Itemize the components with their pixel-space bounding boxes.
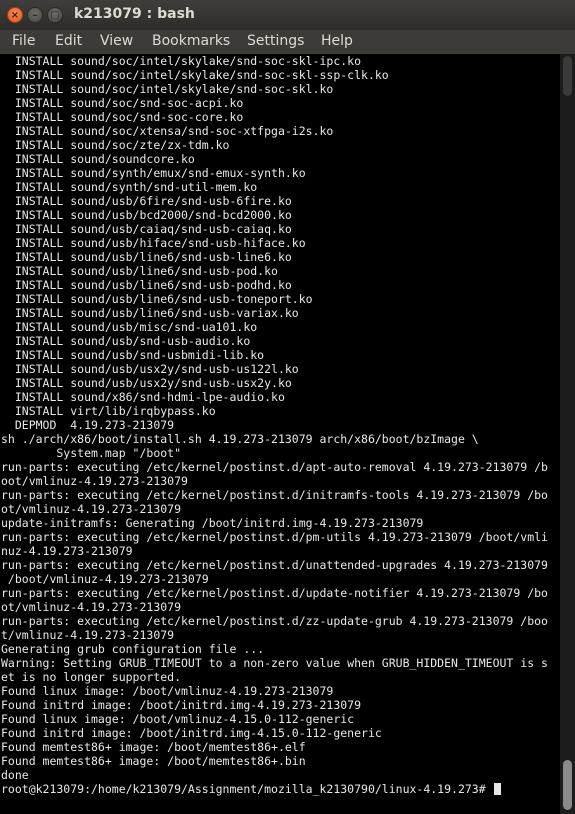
terminal-line: sh ./arch/x86/boot/install.sh 4.19.273-2…: [1, 432, 479, 446]
terminal-line: INSTALL sound/synth/snd-util-mem.ko: [1, 180, 258, 194]
terminal-line: INSTALL sound/soc/intel/skylake/snd-soc-…: [1, 82, 334, 96]
close-icon: ×: [10, 10, 20, 21]
terminal-line: INSTALL sound/soc/zte/zx-tdm.ko: [1, 138, 230, 152]
prompt-line[interactable]: root@k213079:/home/k213079/Assignment/mo…: [1, 782, 548, 796]
terminal-line: INSTALL sound/usb/line6/snd-usb-toneport…: [1, 292, 313, 306]
terminal-line: nuz-4.19.273-213079: [1, 544, 133, 558]
menu-bookmarks[interactable]: Bookmarks: [152, 33, 230, 49]
terminal-lines: INSTALL sound/soc/intel/skylake/snd-soc-…: [1, 54, 548, 796]
menu-view[interactable]: View: [100, 33, 133, 49]
terminal-line: Found memtest86+ image: /boot/memtest86+…: [1, 754, 306, 768]
terminal-line: INSTALL virt/lib/irqbypass.ko: [1, 404, 216, 418]
terminal-line: INSTALL sound/soc/snd-soc-acpi.ko: [1, 96, 244, 110]
terminal-line: INSTALL sound/soundcore.ko: [1, 152, 195, 166]
terminal-line: ot/vmlinuz-4.19.273-213079: [1, 502, 182, 516]
terminal-line: Found initrd image: /boot/initrd.img-4.1…: [1, 698, 362, 712]
shell-prompt: root@k213079:/home/k213079/Assignment/mo…: [1, 782, 493, 796]
terminal-line: INSTALL sound/soc/xtensa/snd-soc-xtfpga-…: [1, 124, 334, 138]
terminal-line: INSTALL sound/soc/intel/skylake/snd-soc-…: [1, 68, 389, 82]
terminal-line: et is no longer supported.: [1, 670, 182, 684]
terminal-line: oot/vmlinuz-4.19.273-213079: [1, 474, 188, 488]
terminal-line: INSTALL sound/usb/caiaq/snd-usb-caiaq.ko: [1, 222, 292, 236]
terminal-line: Found memtest86+ image: /boot/memtest86+…: [1, 740, 306, 754]
terminal-line: Found linux image: /boot/vmlinuz-4.15.0-…: [1, 712, 355, 726]
terminal-line: /boot/vmlinuz-4.19.273-213079: [1, 572, 209, 586]
terminal-line: INSTALL sound/synth/emux/snd-emux-synth.…: [1, 166, 306, 180]
terminal-line: done: [1, 768, 29, 782]
terminal-line: INSTALL sound/usb/line6/snd-usb-line6.ko: [1, 250, 292, 264]
terminal-line: INSTALL sound/soc/snd-soc-core.ko: [1, 110, 244, 124]
terminal-line: INSTALL sound/usb/hiface/snd-usb-hiface.…: [1, 236, 306, 250]
terminal-line: run-parts: executing /etc/kernel/postins…: [1, 558, 548, 572]
terminal-line: INSTALL sound/usb/6fire/snd-usb-6fire.ko: [1, 194, 292, 208]
maximize-icon: □: [50, 10, 60, 21]
terminal-line: run-parts: executing /etc/kernel/postins…: [1, 460, 548, 474]
menu-help[interactable]: Help: [321, 33, 353, 49]
scrollbar-trough: [563, 56, 572, 96]
maximize-window-button[interactable]: □: [47, 7, 63, 23]
menu-file[interactable]: File: [12, 33, 35, 49]
terminal-line: INSTALL sound/usb/line6/snd-usb-podhd.ko: [1, 278, 292, 292]
terminal-output[interactable]: INSTALL sound/soc/intel/skylake/snd-soc-…: [0, 54, 560, 814]
terminal-line: run-parts: executing /etc/kernel/postins…: [1, 586, 548, 600]
menu-bar: File Edit View Bookmarks Settings Help: [0, 30, 575, 54]
minimize-window-button[interactable]: –: [27, 7, 43, 23]
terminal-line: INSTALL sound/x86/snd-hdmi-lpe-audio.ko: [1, 390, 285, 404]
terminal-line: run-parts: executing /etc/kernel/postins…: [1, 530, 548, 544]
terminal-line: ot/vmlinuz-4.19.273-213079: [1, 600, 182, 614]
terminal-line: Warning: Setting GRUB_TIMEOUT to a non-z…: [1, 656, 548, 670]
terminal-scrollbar[interactable]: [560, 54, 575, 814]
terminal-line: INSTALL sound/usb/usx2y/snd-usb-us122l.k…: [1, 362, 299, 376]
scrollbar-thumb[interactable]: [563, 760, 572, 810]
terminal-line: INSTALL sound/usb/snd-usbmidi-lib.ko: [1, 348, 265, 362]
menu-edit[interactable]: Edit: [55, 33, 82, 49]
text-cursor: [493, 783, 501, 795]
terminal-line: DEPMOD 4.19.273-213079: [1, 418, 175, 432]
terminal-line: run-parts: executing /etc/kernel/postins…: [1, 614, 548, 628]
minimize-icon: –: [32, 10, 38, 21]
menu-settings[interactable]: Settings: [247, 33, 304, 49]
terminal-line: update-initramfs: Generating /boot/initr…: [1, 516, 424, 530]
close-window-button[interactable]: ×: [7, 7, 23, 23]
terminal-line: Generating grub configuration file ...: [1, 642, 265, 656]
terminal-line: run-parts: executing /etc/kernel/postins…: [1, 488, 548, 502]
terminal-line: INSTALL sound/usb/misc/snd-ua101.ko: [1, 320, 258, 334]
terminal-line: Found initrd image: /boot/initrd.img-4.1…: [1, 726, 382, 740]
terminal-line: INSTALL sound/usb/usx2y/snd-usb-usx2y.ko: [1, 376, 292, 390]
terminal-line: System.map "/boot": [1, 446, 182, 460]
terminal-line: INSTALL sound/soc/intel/skylake/snd-soc-…: [1, 54, 362, 68]
terminal-line: INSTALL sound/usb/line6/snd-usb-pod.ko: [1, 264, 278, 278]
terminal-line: INSTALL sound/usb/line6/snd-usb-variax.k…: [1, 306, 299, 320]
terminal-line: t/vmlinuz-4.19.273-213079: [1, 628, 175, 642]
terminal-line: INSTALL sound/usb/bcd2000/snd-bcd2000.ko: [1, 208, 292, 222]
terminal-line: INSTALL sound/usb/snd-usb-audio.ko: [1, 334, 251, 348]
terminal-line: Found linux image: /boot/vmlinuz-4.19.27…: [1, 684, 334, 698]
window-title: k213079 : bash: [74, 6, 195, 22]
window-titlebar[interactable]: × – □ k213079 : bash: [0, 0, 575, 30]
